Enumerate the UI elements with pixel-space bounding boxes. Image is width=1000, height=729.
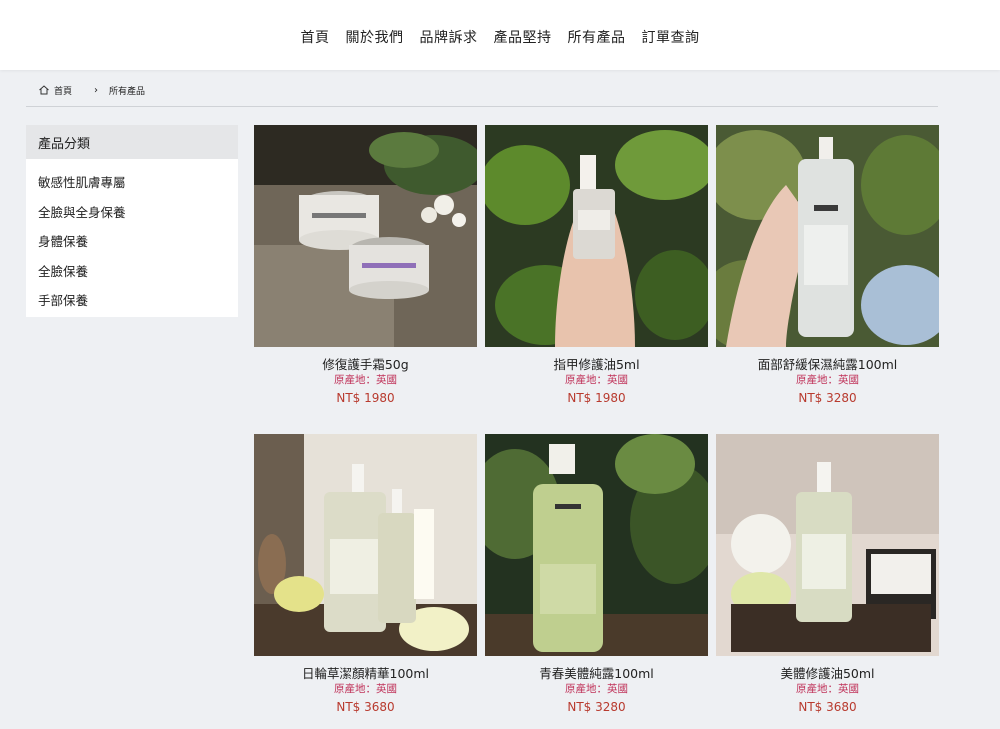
top-nav: 首頁 關於我們 品牌訴求 產品堅持 所有產品 訂單查詢 [0, 0, 1000, 70]
category-list: 敏感性肌膚專屬 全臉與全身保養 身體保養 全臉保養 手部保養 [26, 159, 238, 315]
product-image[interactable] [716, 125, 939, 347]
product-name[interactable]: 日輪草潔顏精華100ml [254, 666, 477, 682]
nav-commitment[interactable]: 產品堅持 [494, 27, 552, 47]
breadcrumb-divider [26, 106, 938, 107]
product-origin: 原產地：英國 [565, 374, 628, 386]
product-price: NT$ 3280 [567, 700, 626, 714]
product-origin: 原產地：英國 [796, 374, 859, 386]
product-origin: 原產地：英國 [334, 683, 397, 695]
product-price: NT$ 3680 [336, 700, 395, 714]
product-origin: 原產地：英國 [334, 374, 397, 386]
category-sidebar: 產品分類 敏感性肌膚專屬 全臉與全身保養 身體保養 全臉保養 手部保養 [26, 125, 238, 317]
product-image[interactable] [485, 125, 708, 347]
product-name[interactable]: 青春美體純露100ml [485, 666, 708, 682]
product-origin: 原產地：英國 [565, 683, 628, 695]
product-price: NT$ 1980 [336, 391, 395, 405]
category-title: 產品分類 [26, 125, 238, 159]
nav-brand[interactable]: 品牌訴求 [420, 27, 478, 47]
category-item-hand[interactable]: 手部保養 [26, 285, 238, 315]
product-name[interactable]: 指甲修護油5ml [485, 357, 708, 373]
product-card[interactable]: 指甲修護油5ml 原產地：英國 NT$ 1980 [485, 125, 708, 407]
product-price: NT$ 3280 [798, 391, 857, 405]
nav-about[interactable]: 關於我們 [346, 27, 404, 47]
product-card[interactable]: 日輪草潔顏精華100ml 原產地：英國 NT$ 3680 [254, 434, 477, 716]
breadcrumb-home[interactable]: 首頁 [54, 84, 72, 97]
product-card[interactable]: 修復護手霜50g 原產地：英國 NT$ 1980 [254, 125, 477, 407]
category-item-sensitive[interactable]: 敏感性肌膚專屬 [26, 167, 238, 197]
nav-home[interactable]: 首頁 [301, 27, 330, 47]
product-image[interactable] [716, 434, 939, 656]
product-name[interactable]: 面部舒緩保濕純露100ml [716, 357, 939, 373]
nav-all-products[interactable]: 所有產品 [568, 27, 626, 47]
breadcrumb-separator: › [94, 84, 99, 96]
product-card[interactable]: 面部舒緩保濕純露100ml 原產地：英國 NT$ 3280 [716, 125, 939, 407]
nav-order-lookup[interactable]: 訂單查詢 [642, 27, 700, 47]
breadcrumb: 首頁 › 所有產品 [38, 82, 145, 98]
product-price: NT$ 3680 [798, 700, 857, 714]
product-image[interactable] [485, 434, 708, 656]
category-item-body[interactable]: 身體保養 [26, 226, 238, 256]
product-image[interactable] [254, 125, 477, 347]
product-card[interactable]: 美體修護油50ml 原產地：英國 NT$ 3680 [716, 434, 939, 716]
breadcrumb-current: 所有產品 [109, 86, 146, 97]
product-origin: 原產地：英國 [796, 683, 859, 695]
product-name[interactable]: 美體修護油50ml [716, 666, 939, 682]
home-icon[interactable] [38, 84, 50, 96]
category-item-face[interactable]: 全臉保養 [26, 256, 238, 286]
product-card[interactable]: 青春美體純露100ml 原產地：英國 NT$ 3280 [485, 434, 708, 716]
product-image[interactable] [254, 434, 477, 656]
product-name[interactable]: 修復護手霜50g [254, 357, 477, 373]
category-item-face-body[interactable]: 全臉與全身保養 [26, 197, 238, 227]
product-price: NT$ 1980 [567, 391, 626, 405]
